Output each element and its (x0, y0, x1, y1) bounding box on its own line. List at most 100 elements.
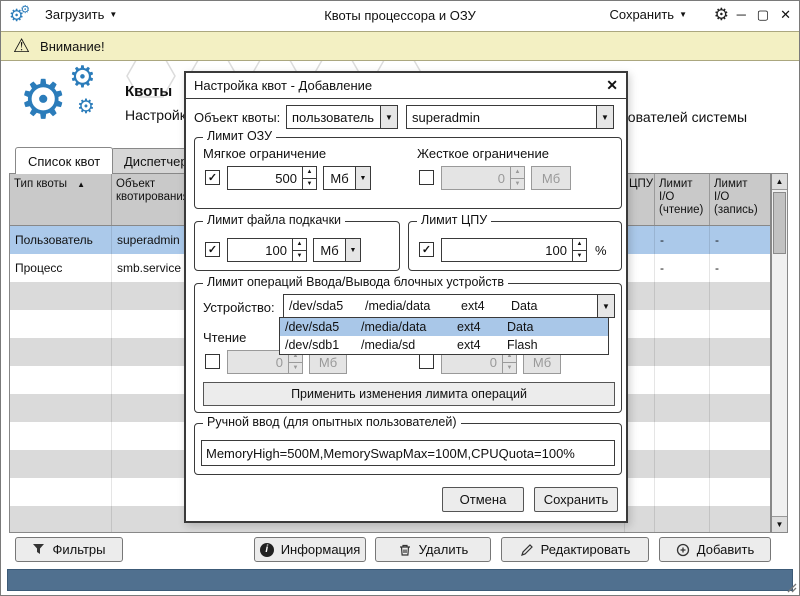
group-title: Лимит ОЗУ (203, 129, 276, 143)
spin-up-icon: ▲ (511, 167, 524, 179)
sort-ascending-icon: ▲ (77, 180, 85, 189)
cell-io-write: - (710, 254, 770, 282)
soft-limit-checkbox[interactable]: ✓ (205, 170, 220, 185)
cpu-limit-group: Лимит ЦПУ ✓ 100 ▲▼ % (408, 221, 622, 271)
tab-quota-list[interactable]: Список квот (15, 147, 113, 174)
window-title: Квоты процессора и ОЗУ (201, 8, 599, 23)
chevron-down-icon: ▼ (596, 106, 613, 128)
spinner-value: 0 (442, 167, 510, 189)
column-header-cpu[interactable]: ЦПУ (625, 174, 655, 225)
button-label: Добавить (697, 542, 754, 557)
group-title: Лимит операций Ввода/Вывода блочных устр… (203, 275, 508, 289)
cpu-limit-spinner[interactable]: 100 ▲▼ (441, 238, 587, 262)
hard-limit-checkbox[interactable] (419, 170, 434, 185)
save-menu-button[interactable]: Сохранить ▼ (609, 7, 687, 22)
hard-limit-label: Жесткое ограничение (417, 146, 549, 161)
scroll-up-button[interactable]: ▲ (772, 174, 787, 190)
load-menu-button[interactable]: Загрузить ▼ (45, 7, 117, 22)
chevron-down-icon: ▼ (380, 106, 397, 128)
group-title: Лимит файла подкачки (203, 213, 345, 227)
device-option[interactable]: /dev/sdb1 /media/sd ext4 Flash (280, 336, 608, 354)
column-header-io-write[interactable]: Лимит I/O (запись) (710, 174, 770, 225)
warning-text: Внимание! (40, 39, 105, 54)
spin-up-icon[interactable]: ▲ (303, 167, 316, 179)
app-logo-large: ⚙ ⚙ ⚙ (19, 63, 123, 141)
add-button[interactable]: Добавить (659, 537, 771, 562)
quota-object-type-select[interactable]: пользователь ▼ (286, 105, 398, 129)
close-button[interactable]: ✕ (780, 6, 791, 24)
device-name: Data (511, 299, 592, 313)
device-name: Data (507, 320, 603, 334)
cpu-limit-checkbox[interactable]: ✓ (419, 242, 434, 257)
information-button[interactable]: i Информация (254, 537, 366, 562)
apply-io-limit-button[interactable]: Применить изменения лимита операций (203, 382, 615, 406)
minimize-button[interactable]: ─ (737, 6, 746, 24)
cell-io-read: - (655, 254, 710, 282)
io-write-checkbox[interactable] (419, 354, 434, 369)
cell-quota-type: Процесс (10, 254, 112, 282)
manual-input-field[interactable] (201, 440, 615, 466)
swap-limit-checkbox[interactable]: ✓ (205, 242, 220, 257)
device-path: /dev/sdb1 (285, 338, 361, 352)
save-button[interactable]: Сохранить (534, 487, 618, 512)
chevron-down-icon: ▼ (345, 239, 360, 261)
page-title: Квоты (125, 83, 172, 100)
trash-icon (398, 543, 412, 557)
column-header-label: Лимит I/O (чтение) (659, 178, 703, 216)
device-fs: ext4 (457, 338, 507, 352)
spin-up-icon[interactable]: ▲ (573, 239, 586, 251)
vertical-scrollbar[interactable]: ▲ ▼ (771, 173, 788, 533)
device-select[interactable]: /dev/sda5 /media/data ext4 Data ▼ (283, 294, 615, 318)
spin-down-icon: ▼ (289, 363, 302, 374)
column-header-io-read[interactable]: Лимит I/O (чтение) (655, 174, 710, 225)
warning-banner: ⚠ Внимание! (1, 31, 799, 61)
gear-icon: ⚙ (19, 73, 67, 127)
device-path: /dev/sda5 (289, 299, 365, 313)
device-fs: ext4 (457, 320, 507, 334)
spin-down-icon[interactable]: ▼ (303, 179, 316, 190)
hard-limit-unit-select: Мб (531, 166, 571, 190)
settings-gear-icon[interactable]: ⚙ (714, 5, 729, 25)
load-menu-label: Загрузить (45, 7, 104, 22)
io-read-checkbox[interactable] (205, 354, 220, 369)
scrollbar-thumb[interactable] (773, 192, 786, 254)
quota-object-name-select[interactable]: superadmin ▼ (406, 105, 614, 129)
edit-button[interactable]: Редактировать (501, 537, 649, 562)
cancel-button[interactable]: Отмена (442, 487, 524, 512)
device-fs: ext4 (461, 299, 511, 313)
button-label: Фильтры (52, 542, 105, 557)
check-icon: ✓ (208, 171, 217, 184)
selected-unit: Мб (314, 239, 345, 261)
swap-limit-spinner[interactable]: 100 ▲▼ (227, 238, 307, 262)
spin-down-icon[interactable]: ▼ (573, 251, 586, 262)
scroll-down-button[interactable]: ▼ (772, 516, 787, 532)
group-title: Ручной ввод (для опытных пользователей) (203, 415, 461, 429)
device-mount: /media/data (361, 320, 457, 334)
chevron-down-icon: ▼ (679, 10, 687, 19)
cell-cpu (625, 254, 655, 282)
spin-down-icon[interactable]: ▼ (293, 251, 306, 262)
spin-down-icon: ▼ (511, 179, 524, 190)
delete-button[interactable]: Удалить (375, 537, 491, 562)
soft-limit-spinner[interactable]: 500 ▲▼ (227, 166, 317, 190)
swap-limit-unit-select[interactable]: Мб ▼ (313, 238, 361, 262)
warning-icon: ⚠ (13, 35, 30, 58)
tab-label: Список квот (28, 154, 100, 169)
spin-up-icon[interactable]: ▲ (293, 239, 306, 251)
soft-limit-unit-select[interactable]: Мб ▼ (323, 166, 371, 190)
plus-circle-icon (676, 543, 690, 557)
filters-button[interactable]: Фильтры (15, 537, 123, 562)
device-mount: /media/data (365, 299, 461, 313)
quota-object-label: Объект квоты: (194, 110, 280, 125)
maximize-button[interactable]: ▢ (757, 6, 769, 24)
title-bar: ⚙⚙ Загрузить ▼ Квоты процессора и ОЗУ Со… (1, 1, 799, 31)
device-label: Устройство: (203, 300, 275, 315)
dialog-close-button[interactable]: ✕ (606, 77, 618, 94)
resize-grip[interactable] (787, 583, 797, 593)
hard-limit-spinner: 0 ▲▼ (441, 166, 525, 190)
device-option[interactable]: /dev/sda5 /media/data ext4 Data (280, 318, 608, 336)
spinner-value: 500 (228, 167, 302, 189)
cell-io-read: - (655, 226, 710, 254)
column-header-quota-type[interactable]: Тип квоты▲ (10, 174, 112, 225)
dialog-title-bar: Настройка квот - Добавление ✕ (186, 73, 626, 99)
